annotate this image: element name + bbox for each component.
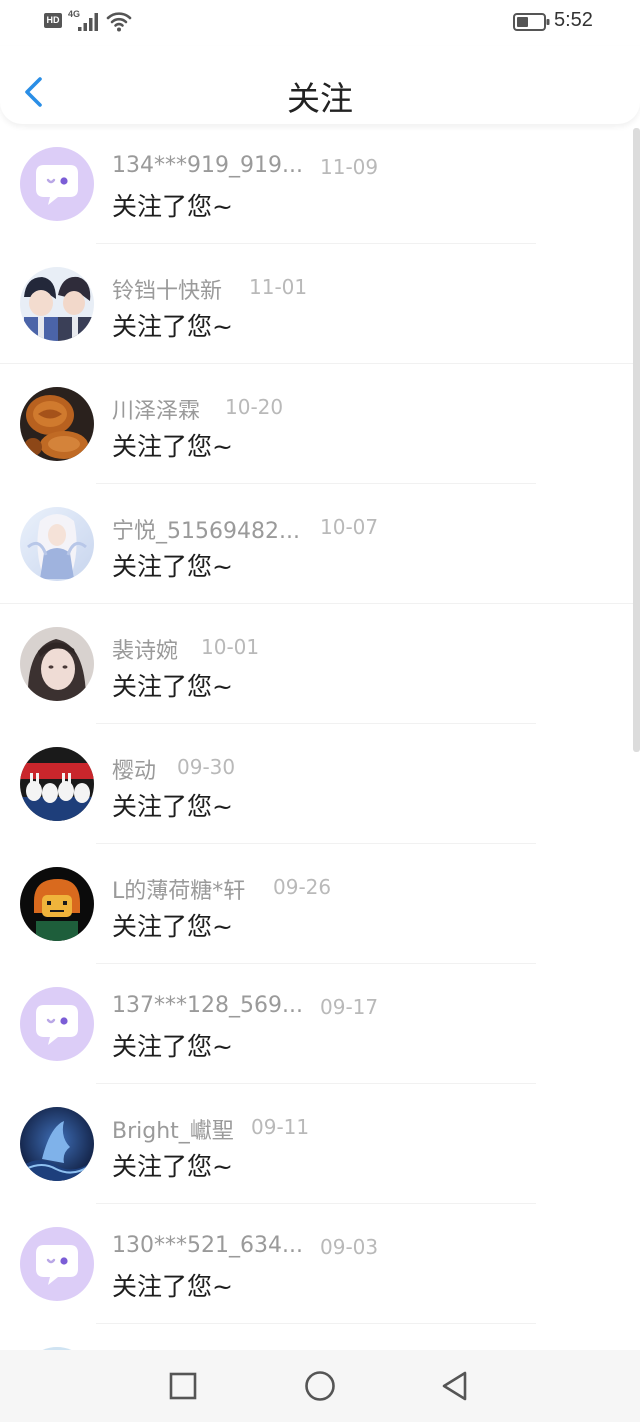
date-label: 09-11 bbox=[251, 1115, 310, 1139]
message-text: 关注了您~ bbox=[112, 1272, 233, 1301]
username[interactable]: 樱动 bbox=[112, 753, 156, 785]
username[interactable]: 川泽泽霖 bbox=[112, 393, 200, 425]
anime-couple-avatar[interactable] bbox=[20, 267, 94, 341]
battery-icon bbox=[513, 13, 550, 31]
list-item[interactable]: 铃铛十快新 11-01 关注了您~ bbox=[0, 244, 640, 364]
username[interactable]: Bright_巘聖 bbox=[112, 1113, 234, 1145]
message-text: 关注了您~ bbox=[112, 192, 233, 221]
default-chat-avatar[interactable] bbox=[20, 1227, 94, 1301]
scrollbar[interactable] bbox=[633, 128, 640, 752]
follower-list: 134***919_919... 11-09 关注了您~ 铃铛十快新 11-01… bbox=[0, 124, 640, 1350]
status-bar: HD 4G 5:52 bbox=[0, 0, 640, 46]
list-item[interactable]: 樱动 09-30 关注了您~ bbox=[0, 724, 640, 844]
date-label: 11-01 bbox=[249, 275, 308, 299]
circle-home-icon bbox=[305, 1371, 335, 1401]
page-title: 关注 bbox=[287, 79, 353, 118]
list-item[interactable] bbox=[0, 1324, 640, 1350]
header-bar: 关注 bbox=[0, 46, 640, 124]
default-chat-avatar[interactable] bbox=[20, 987, 94, 1061]
date-label: 09-17 bbox=[320, 995, 379, 1019]
username[interactable]: 137***128_569... bbox=[112, 993, 303, 1018]
girl-photo-avatar[interactable] bbox=[20, 627, 94, 701]
list-item[interactable]: 134***919_919... 11-09 关注了您~ bbox=[0, 124, 640, 244]
date-label: 10-07 bbox=[320, 515, 379, 539]
username[interactable]: 130***521_634... bbox=[112, 1233, 303, 1258]
list-item[interactable]: 137***128_569... 09-17 关注了您~ bbox=[0, 964, 640, 1084]
message-text: 关注了您~ bbox=[112, 672, 233, 701]
lego-figure-avatar[interactable] bbox=[20, 867, 94, 941]
back-nav-button[interactable] bbox=[436, 1367, 474, 1409]
message-text: 关注了您~ bbox=[112, 1152, 233, 1181]
username[interactable]: 铃铛十快新 bbox=[112, 273, 222, 305]
date-label: 09-26 bbox=[273, 875, 332, 899]
username[interactable]: 宁悦_51569482... bbox=[112, 513, 300, 545]
system-navigation-bar bbox=[0, 1350, 640, 1422]
rabbits-avatar[interactable] bbox=[20, 747, 94, 821]
hd-badge: HD bbox=[44, 13, 62, 28]
list-item[interactable]: 宁悦_51569482... 10-07 关注了您~ bbox=[0, 484, 640, 604]
username[interactable]: 裴诗婉 bbox=[112, 633, 178, 665]
message-text: 关注了您~ bbox=[112, 552, 233, 581]
date-label: 10-20 bbox=[225, 395, 284, 419]
home-button[interactable] bbox=[301, 1367, 339, 1409]
username[interactable]: L的薄荷糖*轩 bbox=[112, 873, 245, 905]
message-text: 关注了您~ bbox=[112, 1032, 233, 1061]
date-label: 11-09 bbox=[320, 155, 379, 179]
wifi-icon bbox=[106, 12, 132, 32]
default-chat-avatar[interactable] bbox=[20, 147, 94, 221]
recent-apps-button[interactable] bbox=[164, 1367, 202, 1409]
list-item[interactable]: 川泽泽霖 10-20 关注了您~ bbox=[0, 364, 640, 484]
triangle-back-icon bbox=[442, 1371, 467, 1401]
square-recent-apps-icon bbox=[169, 1372, 197, 1400]
anime-girl-avatar[interactable] bbox=[20, 507, 94, 581]
clock: 5:52 bbox=[554, 9, 593, 31]
list-item[interactable]: Bright_巘聖 09-11 关注了您~ bbox=[0, 1084, 640, 1204]
date-label: 09-30 bbox=[177, 755, 236, 779]
list-item[interactable]: 裴诗婉 10-01 关注了您~ bbox=[0, 604, 640, 724]
message-text: 关注了您~ bbox=[112, 912, 233, 941]
date-label: 09-03 bbox=[320, 1235, 379, 1259]
mooncake-avatar[interactable] bbox=[20, 387, 94, 461]
signal-icon bbox=[78, 13, 98, 31]
message-text: 关注了您~ bbox=[112, 432, 233, 461]
dark-blue-art-avatar[interactable] bbox=[20, 1107, 94, 1181]
date-label: 10-01 bbox=[201, 635, 260, 659]
message-text: 关注了您~ bbox=[112, 792, 233, 821]
message-text: 关注了您~ bbox=[112, 312, 233, 341]
username[interactable]: 134***919_919... bbox=[112, 153, 303, 178]
list-item[interactable]: L的薄荷糖*轩 09-26 关注了您~ bbox=[0, 844, 640, 964]
list-item[interactable]: 130***521_634... 09-03 关注了您~ bbox=[0, 1204, 640, 1324]
